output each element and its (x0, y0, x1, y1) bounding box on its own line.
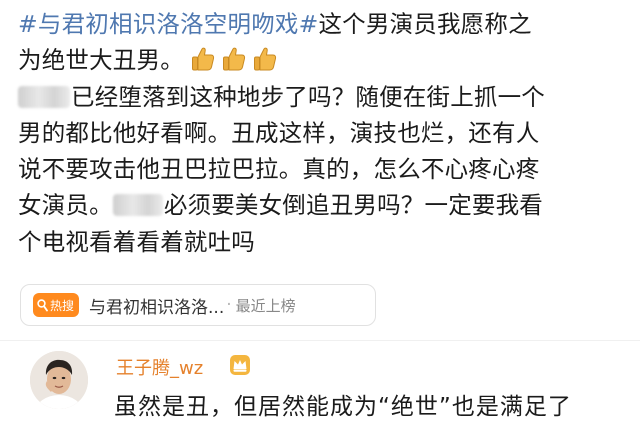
vip-crown-icon (229, 354, 251, 376)
post-line-3: 已经堕落到这种地步了吗？随便在街上抓一个 (18, 79, 630, 115)
search-icon (37, 298, 48, 311)
hot-search-badge-label: 热搜 (50, 298, 75, 313)
hot-search-title: 与君初相识洛洛... (89, 297, 225, 318)
post-text-3: 已经堕落到这种地步了吗？随便在街上抓一个 (71, 82, 545, 111)
post-text-5: 说不要攻击他丑巴拉巴拉。真的，怎么不心疼心疼 (18, 155, 540, 184)
post-text-1: 这个男演员我愿称之 (318, 10, 532, 38)
avatar[interactable] (30, 351, 88, 409)
thumbs-up-icon (222, 46, 246, 72)
hot-search-separator: · (226, 295, 232, 315)
post-line-6: 女演员。 必须要美女倒追丑男吗？一定要我看 (18, 187, 630, 223)
comment-text: 虽然是丑，但居然能成为“绝世”也是满足了 (114, 394, 572, 420)
post-text-6a: 女演员。 (18, 191, 113, 220)
thumbs-up-icon (253, 46, 277, 72)
post-text-2: 为绝世大丑男。 (18, 46, 184, 75)
blurred-name-redaction (112, 194, 163, 217)
thumbs-up-icon (191, 46, 215, 72)
post-line-1: #与君初相识洛洛空明吻戏#这个男演员我愿称之 (18, 6, 630, 42)
post-line-4: 男的都比他好看啊。丑成这样，演技也烂，还有人 (18, 115, 630, 151)
post-text-6b: 必须要美女倒追丑男吗？一定要我看 (163, 191, 544, 220)
post-line-2: 为绝世大丑男。 (18, 42, 630, 78)
hot-search-badge: 热搜 (33, 293, 80, 317)
post-body: #与君初相识洛洛空明吻戏#这个男演员我愿称之 为绝世大丑男。 已经堕落到这种地步… (18, 6, 630, 260)
post-text-7: 个电视看着看着就吐吗 (18, 227, 255, 256)
post-line-7: 个电视看着看着就吐吗 (18, 224, 630, 260)
hot-search-meta: 最近上榜 (235, 296, 296, 315)
hot-search-card[interactable]: 热搜 与君初相识洛洛... · 最近上榜 (20, 284, 376, 326)
post-text-4: 男的都比他好看啊。丑成这样，演技也烂，还有人 (18, 118, 540, 147)
blurred-name-redaction (18, 85, 70, 108)
comment-username[interactable]: 王子腾_wz (116, 354, 203, 380)
post-line-5: 说不要攻击他丑巴拉巴拉。真的，怎么不心疼心疼 (18, 151, 630, 187)
topic-hashtag-link[interactable]: #与君初相识洛洛空明吻戏# (18, 10, 318, 38)
comment-item: 王子腾_wz 虽然是丑，但居然能成为“绝世”也是满足了 (0, 340, 640, 420)
